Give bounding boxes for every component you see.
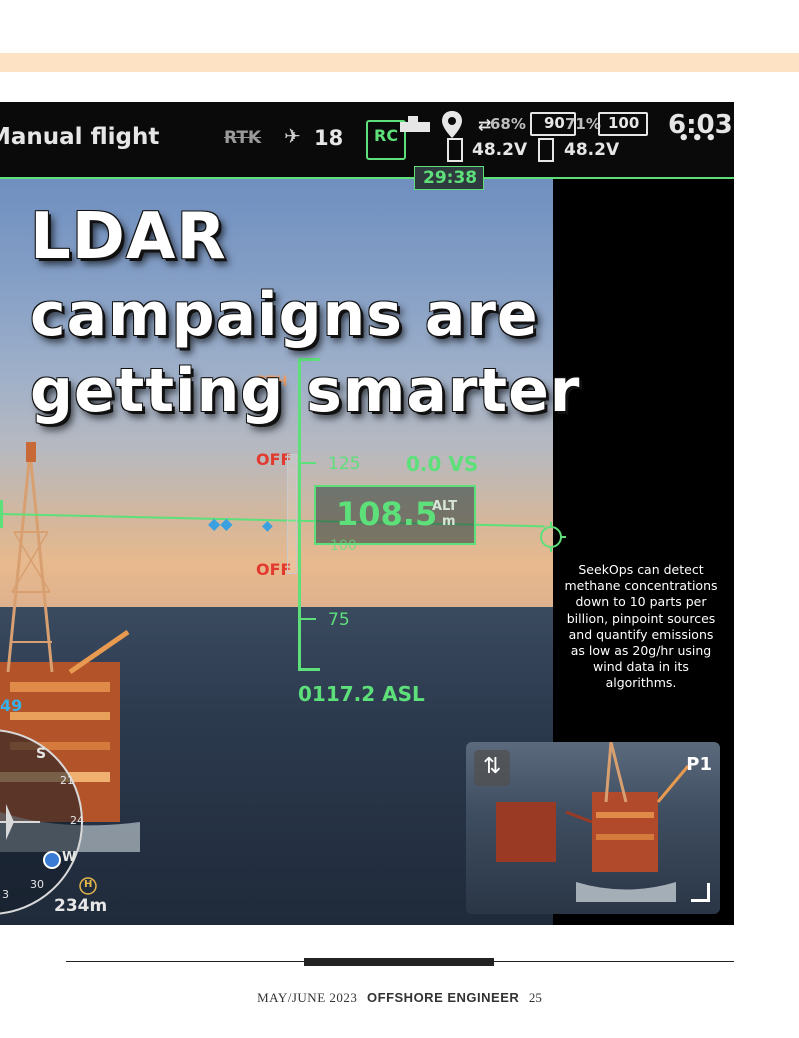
rtk-status[interactable]: RTK — [224, 128, 261, 148]
photo-caption: SeekOps can detect methane concentration… — [564, 562, 718, 691]
hud-top-bar: Manual flight RTK ✈ 18 RC ⇄ 68% 48.2V 90… — [0, 102, 734, 177]
issue-date: MAY/JUNE 2023 — [257, 990, 358, 1005]
speed-ref-tick: 125 — [328, 454, 361, 474]
battery-2-signal: 71% — [565, 115, 601, 133]
waypoint-marker-icon: ◆ — [262, 518, 273, 534]
top-accent-band — [0, 53, 799, 72]
satellite-count: 18 — [314, 126, 344, 150]
compass-21: 21 — [60, 774, 74, 787]
compass-s: S — [36, 746, 47, 762]
horizon-left-marker — [0, 500, 3, 528]
headline-line-2: campaigns are — [30, 280, 539, 350]
vertical-speed-bar — [287, 454, 297, 574]
altitude-tick-75: 75 — [328, 610, 350, 630]
compass-w: W — [62, 850, 77, 865]
battery-2b-icon — [538, 138, 554, 162]
satellite-icon: ✈ — [284, 124, 301, 148]
footer-rule-accent — [304, 958, 494, 966]
location-pin-icon — [442, 111, 462, 138]
link-signal-value: 68% — [490, 115, 526, 133]
flight-timer: 29:38 — [414, 166, 484, 190]
ladder-tick — [298, 462, 316, 464]
compass-3: 3 — [2, 888, 9, 901]
crosshair-icon — [540, 522, 566, 552]
page-footer: MAY/JUNE 2023 OFFSHORE ENGINEER 25 — [0, 990, 799, 1006]
swap-icon: ⇅ — [483, 754, 502, 779]
battery-2-voltage: 48.2V — [564, 140, 620, 160]
headline-line-3: getting smarter — [30, 356, 581, 426]
home-icon: H — [84, 879, 93, 890]
altitude-label: ALT — [432, 499, 458, 514]
battery-3-icon: 100 — [598, 112, 648, 136]
waypoint-marker-icon: ◆◆ — [208, 514, 233, 533]
altitude-box: 108.5 ALT m — [314, 485, 476, 545]
home-distance: 234m — [54, 896, 108, 916]
more-menu-icon[interactable]: ••• — [678, 128, 719, 149]
expand-icon[interactable] — [691, 883, 710, 902]
ladder-tick — [298, 668, 320, 671]
flight-mode-label[interactable]: Manual flight — [0, 124, 159, 150]
ladder-tick — [298, 618, 316, 620]
publication-name[interactable]: OFFSHORE ENGINEER — [367, 990, 519, 1005]
battery-1-voltage: 48.2V — [472, 140, 528, 160]
battery-1-icon — [447, 138, 463, 162]
asl-readout: 0117.2 ASL — [298, 682, 425, 706]
compass-24: 24 — [70, 814, 84, 827]
altitude-value: 108.5 — [336, 495, 438, 533]
swap-view-button[interactable]: ⇅ — [474, 750, 510, 786]
compass-icon — [0, 729, 97, 915]
vertical-speed: 0.0 VS — [406, 452, 479, 476]
page-number: 25 — [528, 990, 542, 1005]
compass-30: 30 — [30, 878, 44, 891]
pip-label: P1 — [686, 754, 712, 775]
headline-line-1: LDAR — [30, 200, 227, 274]
pip-camera-view[interactable]: ⇅ P1 — [466, 742, 720, 914]
heading-49: 49 — [0, 696, 23, 715]
altitude-tick-100: 100 — [330, 538, 357, 554]
drone-device-icon — [400, 116, 430, 132]
hud-top-rule — [0, 177, 734, 179]
altitude-unit: m — [442, 514, 456, 529]
